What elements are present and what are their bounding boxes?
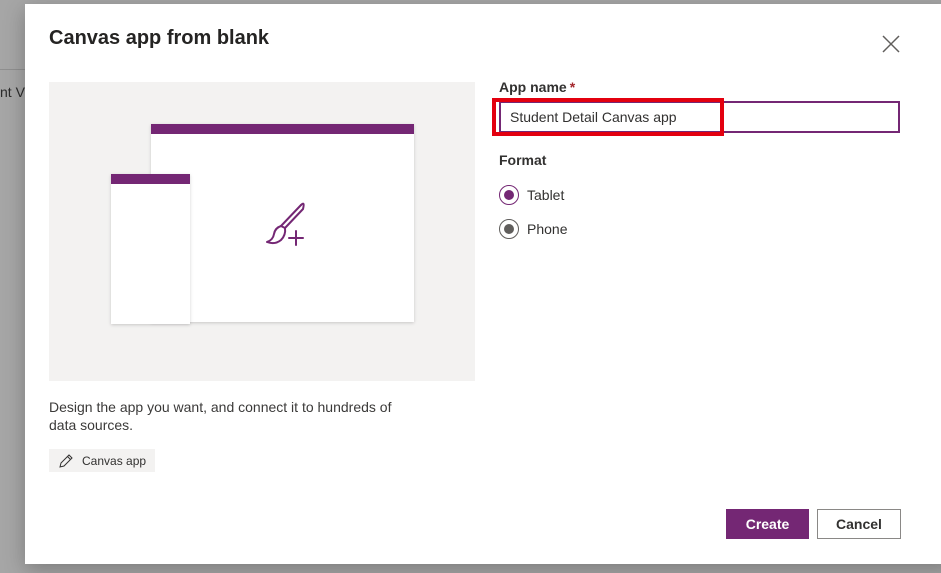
phone-radio[interactable] [499,219,519,239]
background-text: nt V [0,84,25,100]
create-button[interactable]: Create [726,509,809,539]
canvas-illustration [111,124,414,324]
dialog-description: Design the app you want, and connect it … [49,399,392,433]
cancel-button[interactable]: Cancel [817,509,901,539]
required-marker: * [569,79,576,95]
close-button[interactable] [880,33,902,55]
create-app-dialog: Canvas app from blank Design the app you… [25,4,941,564]
canvas-app-tag: Canvas app [49,449,156,472]
app-name-label-text: App name [499,79,567,95]
format-label: Format [499,152,547,168]
format-option-phone[interactable]: Phone [499,219,567,239]
tablet-radio[interactable] [499,185,519,205]
format-option-tablet[interactable]: Tablet [499,185,564,205]
app-name-label: App name * [499,79,575,95]
tablet-label: Tablet [527,187,565,203]
close-icon [882,35,900,53]
radio-dot [504,224,514,234]
tag-label: Canvas app [82,453,147,468]
dialog-title: Canvas app from blank [49,27,270,49]
app-name-input[interactable] [499,101,900,133]
pencil-icon [59,453,73,468]
phone-label: Phone [527,221,568,237]
radio-selected-dot [504,190,514,200]
app-preview-illustration [49,82,475,381]
